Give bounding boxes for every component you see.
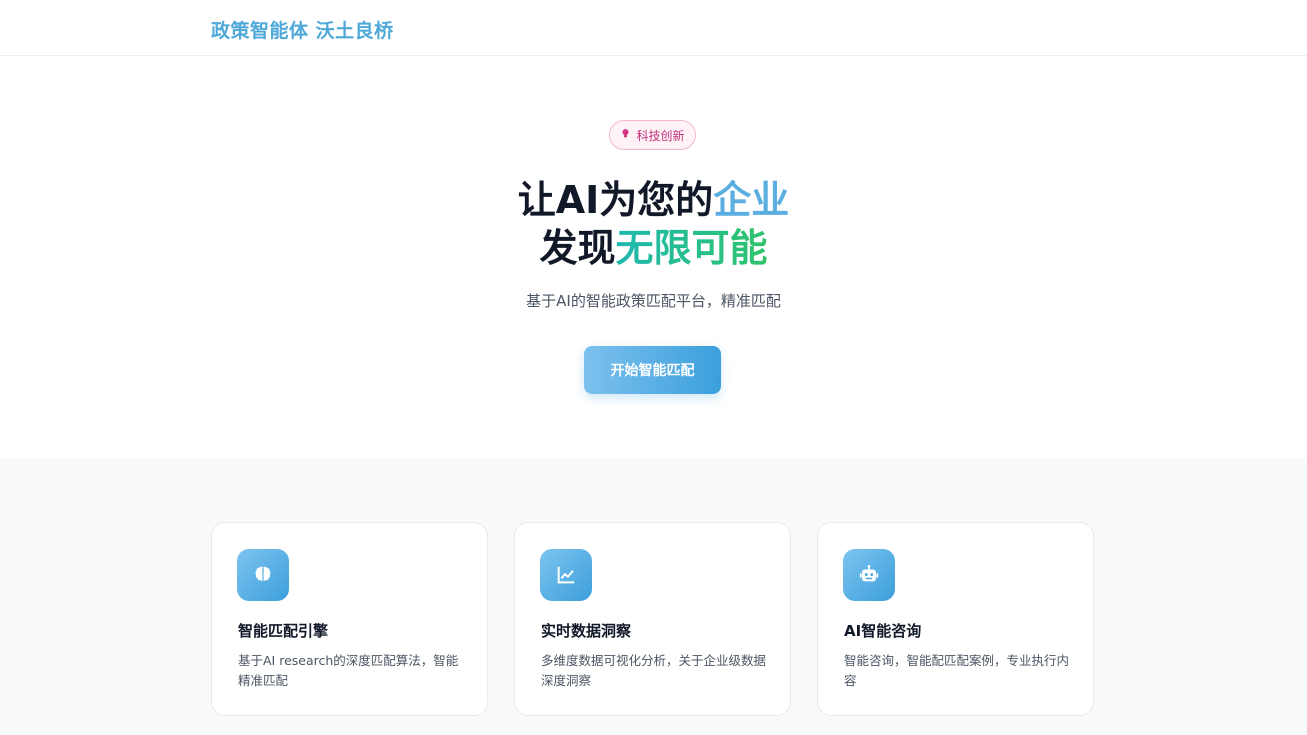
feature-card-ai-consult[interactable]: AI智能咨询 智能咨询，智能配匹配案例，专业执行内容 xyxy=(817,522,1094,716)
badge-label: 科技创新 xyxy=(636,128,685,143)
feature-card-matching-engine[interactable]: 智能匹配引擎 基于AI research的深度匹配算法，智能精准匹配 xyxy=(211,522,488,716)
hero-section: 科技创新 让AI为您的企业 发现无限可能 基于AI的智能政策匹配平台，精准匹配 … xyxy=(0,56,1307,458)
headline-line1-plain: 让AI为您的 xyxy=(517,178,714,222)
headline-line2-plain: 发现 xyxy=(539,226,616,270)
feature-description: 智能咨询，智能配匹配案例，专业执行内容 xyxy=(844,653,1070,688)
hero-headline-line2: 发现无限可能 xyxy=(0,224,1307,272)
top-navbar: 政策智能体 沃土良桥 xyxy=(0,0,1307,56)
feature-title: AI智能咨询 xyxy=(844,622,922,640)
start-matching-button[interactable]: 开始智能匹配 xyxy=(584,346,721,394)
brand-logo-text[interactable]: 政策智能体 沃土良桥 xyxy=(211,16,394,43)
feature-description: 多维度数据可视化分析，关于企业级数据深度洞察 xyxy=(541,653,767,688)
hero-headline-line1: 让AI为您的企业 xyxy=(0,176,1307,224)
tech-innovation-badge: 科技创新 xyxy=(609,120,696,150)
robot-icon xyxy=(843,549,895,601)
line-chart-icon xyxy=(540,549,592,601)
feature-title: 智能匹配引擎 xyxy=(238,622,329,640)
feature-description: 基于AI research的深度匹配算法，智能精准匹配 xyxy=(238,653,459,688)
headline-line2-highlight: 无限可能 xyxy=(615,226,768,270)
features-section: 智能匹配引擎 基于AI research的深度匹配算法，智能精准匹配 实时数据洞… xyxy=(0,458,1307,735)
hero-subtitle: 基于AI的智能政策匹配平台，精准匹配 xyxy=(526,292,781,310)
feature-card-data-insight[interactable]: 实时数据洞察 多维度数据可视化分析，关于企业级数据深度洞察 xyxy=(514,522,791,716)
brain-icon xyxy=(237,549,289,601)
headline-line1-highlight: 企业 xyxy=(713,178,790,222)
lightbulb-icon xyxy=(620,128,631,142)
feature-title: 实时数据洞察 xyxy=(541,622,632,640)
